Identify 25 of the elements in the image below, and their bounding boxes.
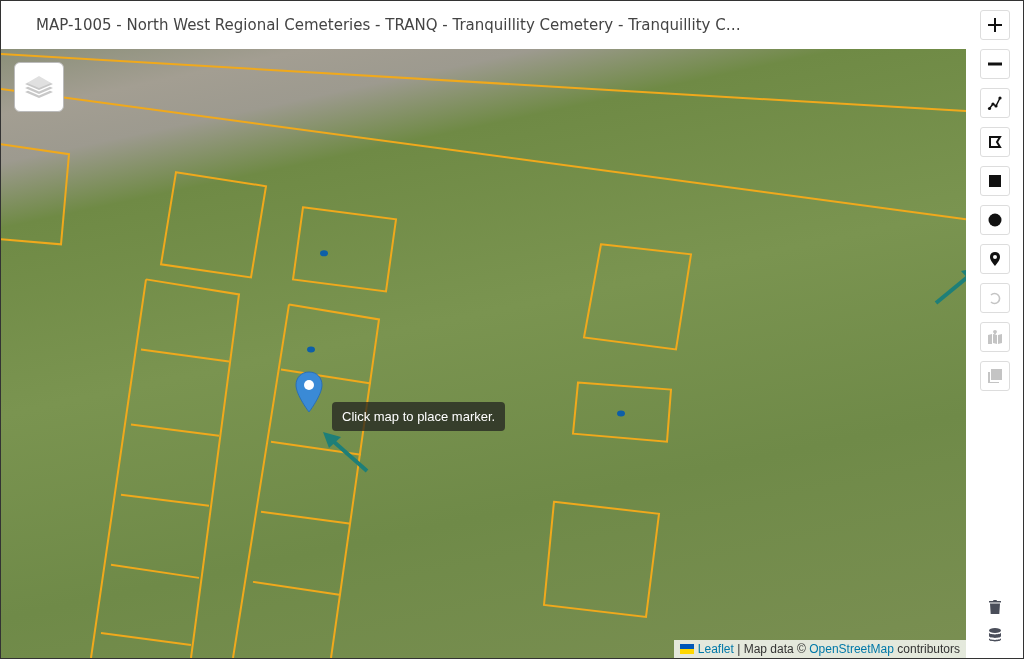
import-map-icon (986, 329, 1003, 345)
attribution-text: Leaflet | Map data © OpenStreetMap contributors (697, 642, 960, 656)
polygon-icon (986, 134, 1003, 150)
tooltip: Click map to place marker. (332, 402, 506, 431)
attribution-link[interactable]: OpenStreetMap (809, 642, 894, 656)
map-pin-icon (295, 371, 323, 413)
circle-icon (986, 212, 1003, 228)
rectangle-icon (986, 173, 1003, 189)
circle-button[interactable] (979, 205, 1010, 235)
zoom-in-icon (986, 17, 1003, 33)
polygon-button[interactable] (979, 127, 1010, 157)
pointer-arrow (321, 429, 371, 474)
trash-icon (986, 599, 1003, 615)
marker-button[interactable] (979, 244, 1010, 274)
zoom-out-button[interactable] (979, 49, 1010, 79)
zoom-in-button[interactable] (979, 10, 1010, 40)
database-icon (986, 627, 1003, 643)
rectangle-button[interactable] (979, 166, 1010, 196)
attribution-link[interactable]: Leaflet (697, 642, 734, 656)
copy-icon (986, 368, 1003, 384)
polyline-icon (986, 95, 1003, 111)
polyline-button[interactable] (979, 88, 1010, 118)
map-title: MAP-1005 - North West Regional Cemeteries - TRANQ - Tranquillity Cemetery - Tranquillity C… (36, 16, 741, 34)
zoom-out-icon (986, 62, 1003, 66)
flag-icon (679, 644, 694, 654)
